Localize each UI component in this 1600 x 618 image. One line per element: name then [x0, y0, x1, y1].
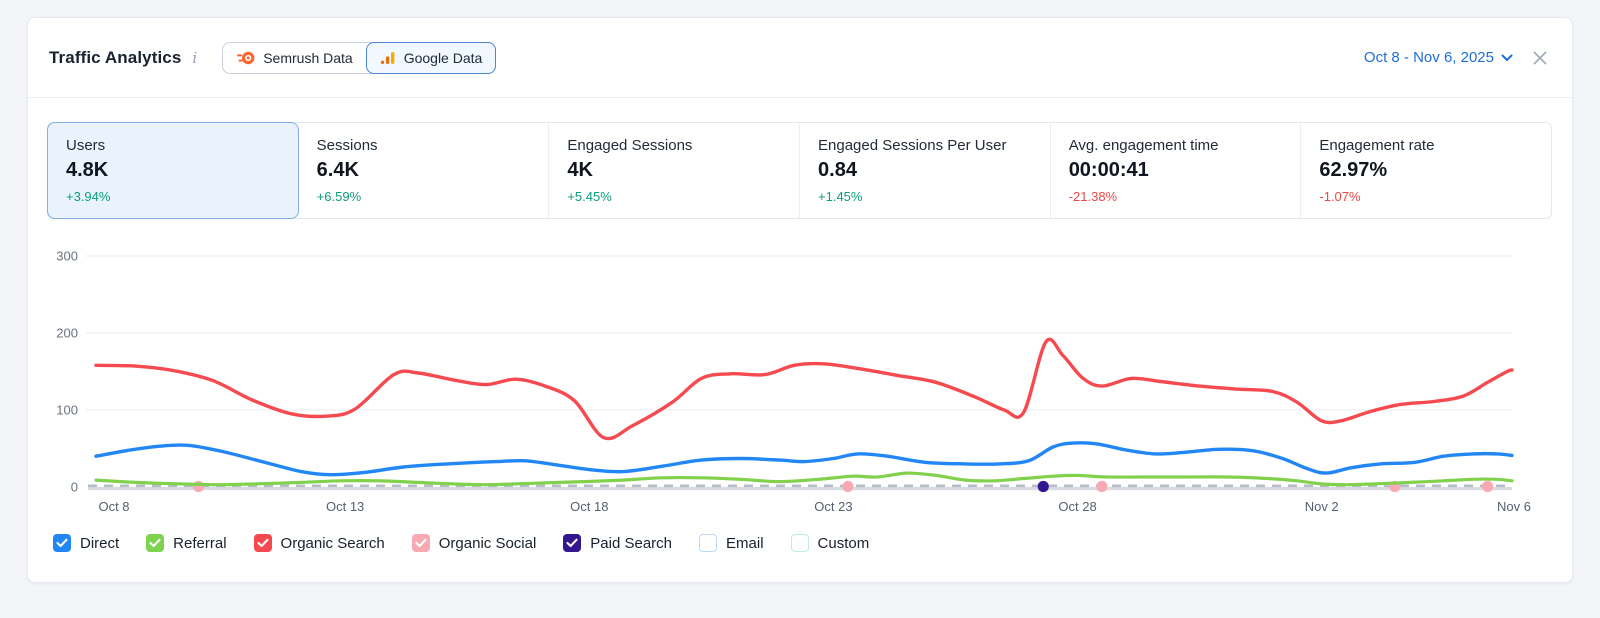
- info-icon[interactable]: i: [192, 49, 197, 67]
- data-source-toggle: Semrush Data Google Data: [222, 42, 496, 74]
- x-axis-label-oct-8: Oct 8: [98, 499, 129, 514]
- metric-delta: +1.45%: [818, 189, 1032, 204]
- google-analytics-icon: [380, 50, 396, 66]
- metric-delta: +3.94%: [66, 189, 280, 204]
- checkbox-checked-direct[interactable]: [53, 534, 71, 552]
- line-direct[interactable]: [96, 443, 1512, 475]
- x-axis-label-oct-13: Oct 13: [326, 499, 364, 514]
- metric-card-users[interactable]: Users 4.8K +3.94%: [47, 122, 299, 219]
- metric-card-engaged-sessions-per-user[interactable]: Engaged Sessions Per User 0.84 +1.45%: [800, 123, 1051, 218]
- metric-delta: -21.38%: [1069, 189, 1283, 204]
- legend-item-organic-social[interactable]: Organic Social: [412, 534, 537, 552]
- x-axis-label-nov-6: Nov 6: [1497, 499, 1531, 514]
- toggle-google-label: Google Data: [404, 50, 483, 66]
- chart-area: 0 100 200 300 Oct 8 Oct 13 Oct 18 Oct 23 Oct 28 N…: [28, 235, 1572, 525]
- metric-delta: +6.59%: [317, 189, 531, 204]
- legend-item-paid-search[interactable]: Paid Search: [563, 534, 672, 552]
- legend-label-direct: Direct: [80, 535, 119, 552]
- legend-item-custom[interactable]: Custom: [791, 534, 870, 552]
- toggle-google-data[interactable]: Google Data: [366, 42, 497, 74]
- legend-label-paid-search: Paid Search: [590, 535, 672, 552]
- metric-value: 00:00:41: [1069, 159, 1283, 182]
- metric-card-sessions[interactable]: Sessions 6.4K +6.59%: [299, 123, 550, 218]
- close-icon[interactable]: [1532, 50, 1548, 66]
- page-title: Traffic Analytics: [49, 48, 181, 68]
- channel-legend: Direct Referral Organic Search Organic Soci…: [53, 534, 1572, 552]
- y-axis-label-0: 0: [71, 480, 78, 495]
- traffic-analytics-panel: Traffic Analytics i Semrush Data: [27, 17, 1573, 583]
- toggle-semrush-data[interactable]: Semrush Data: [223, 43, 366, 73]
- x-axis-label-oct-23: Oct 23: [814, 499, 852, 514]
- date-range-picker[interactable]: Oct 8 - Nov 6, 2025: [1364, 49, 1513, 66]
- metric-label: Avg. engagement time: [1069, 137, 1283, 154]
- checkbox-checked-paid-search[interactable]: [563, 534, 581, 552]
- checkbox-unchecked-custom[interactable]: [791, 534, 809, 552]
- metric-card-engagement-rate[interactable]: Engagement rate 62.97% -1.07%: [1301, 123, 1551, 218]
- legend-label-organic-search: Organic Search: [281, 535, 385, 552]
- date-range-label: Oct 8 - Nov 6, 2025: [1364, 49, 1494, 66]
- data-point-organic-social[interactable]: [1482, 481, 1493, 492]
- legend-label-email: Email: [726, 535, 764, 552]
- data-point-organic-social[interactable]: [842, 481, 853, 492]
- y-axis-label-100: 100: [56, 403, 78, 418]
- metric-value: 62.97%: [1319, 159, 1533, 182]
- toggle-semrush-label: Semrush Data: [263, 50, 352, 66]
- legend-label-organic-social: Organic Social: [439, 535, 537, 552]
- y-axis-label-300: 300: [56, 249, 78, 264]
- legend-item-email[interactable]: Email: [699, 534, 764, 552]
- legend-item-organic-search[interactable]: Organic Search: [254, 534, 385, 552]
- metric-value: 4.8K: [66, 159, 280, 182]
- metric-card-avg-engagement-time[interactable]: Avg. engagement time 00:00:41 -21.38%: [1051, 123, 1302, 218]
- semrush-logo-icon: [237, 49, 255, 67]
- x-axis-label-oct-18: Oct 18: [570, 499, 608, 514]
- metric-value: 6.4K: [317, 159, 531, 182]
- metric-delta: -1.07%: [1319, 189, 1533, 204]
- x-axis-label-oct-28: Oct 28: [1058, 499, 1096, 514]
- panel-header: Traffic Analytics i Semrush Data: [28, 18, 1572, 98]
- legend-item-referral[interactable]: Referral: [146, 534, 226, 552]
- data-point-organic-social[interactable]: [1096, 481, 1107, 492]
- metric-label: Sessions: [317, 137, 531, 154]
- metrics-row: Users 4.8K +3.94% Sessions 6.4K +6.59% Engaged…: [47, 122, 1552, 219]
- legend-label-custom: Custom: [818, 535, 870, 552]
- line-referral[interactable]: [96, 473, 1512, 485]
- data-point-paid-search[interactable]: [1038, 481, 1049, 492]
- x-axis-label-nov-2: Nov 2: [1305, 499, 1339, 514]
- legend-item-direct[interactable]: Direct: [53, 534, 119, 552]
- traffic-chart: 0 100 200 300 Oct 8 Oct 13 Oct 18 Oct 23 Oct 28 N…: [28, 235, 1574, 525]
- metric-label: Engagement rate: [1319, 137, 1533, 154]
- checkbox-checked-organic-social[interactable]: [412, 534, 430, 552]
- legend-label-referral: Referral: [173, 535, 226, 552]
- checkbox-checked-referral[interactable]: [146, 534, 164, 552]
- metric-label: Users: [66, 137, 280, 154]
- y-axis-label-200: 200: [56, 326, 78, 341]
- line-organic-search[interactable]: [96, 339, 1512, 438]
- metric-value: 0.84: [818, 159, 1032, 182]
- metric-delta: +5.45%: [567, 189, 781, 204]
- checkbox-checked-organic-search[interactable]: [254, 534, 272, 552]
- metric-label: Engaged Sessions Per User: [818, 137, 1032, 154]
- data-point-organic-social[interactable]: [193, 481, 204, 492]
- metric-label: Engaged Sessions: [567, 137, 781, 154]
- chevron-down-icon: [1501, 54, 1513, 62]
- metric-value: 4K: [567, 159, 781, 182]
- metric-card-engaged-sessions[interactable]: Engaged Sessions 4K +5.45%: [549, 123, 800, 218]
- checkbox-unchecked-email[interactable]: [699, 534, 717, 552]
